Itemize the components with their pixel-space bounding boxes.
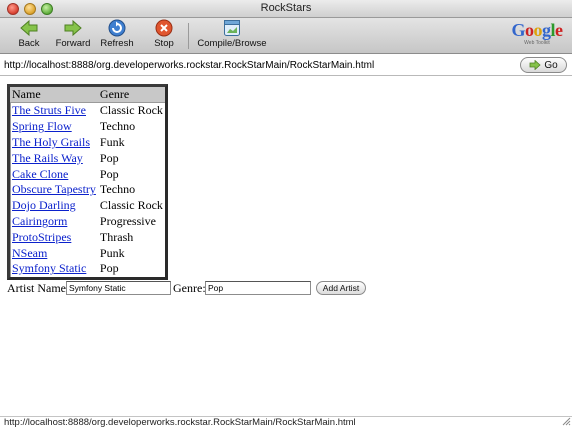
table-row: Cairingorm Progressive xyxy=(10,214,165,230)
back-arrow-icon xyxy=(20,19,38,37)
back-label: Back xyxy=(18,38,40,49)
genre-cell: Punk xyxy=(99,245,125,260)
artist-link[interactable]: Spring Flow xyxy=(12,119,72,133)
go-arrow-icon xyxy=(529,60,541,70)
title-bar: RockStars xyxy=(0,0,572,18)
artist-link[interactable]: The Rails Way xyxy=(12,151,83,165)
genre-cell: Classic Rock xyxy=(99,103,163,118)
add-artist-button[interactable]: Add Artist xyxy=(316,281,366,295)
artist-name-input[interactable] xyxy=(66,281,171,295)
column-header-name: Name xyxy=(10,87,98,103)
refresh-label: Refresh xyxy=(100,38,134,49)
url-input[interactable] xyxy=(4,58,509,73)
genre-cell: Classic Rock xyxy=(99,198,163,213)
genre-cell: Pop xyxy=(99,150,119,165)
table-row: Symfony Static Pop xyxy=(10,261,165,277)
window-title: RockStars xyxy=(260,2,312,14)
column-header-genre: Genre xyxy=(97,87,165,103)
genre-cell: Pop xyxy=(99,261,119,276)
page-content: Name Genre The Struts Five Classic Rock S… xyxy=(0,77,572,417)
genre-cell: Pop xyxy=(99,166,119,181)
forward-button[interactable]: Forward xyxy=(54,19,92,53)
stop-icon xyxy=(155,19,173,37)
compile-browse-icon xyxy=(224,20,240,36)
table-row: The Struts Five Classic Rock xyxy=(10,103,165,119)
artist-name-label: Artist Name: xyxy=(7,281,70,295)
refresh-button[interactable]: Refresh xyxy=(98,19,136,53)
artist-table: Name Genre The Struts Five Classic Rock S… xyxy=(7,84,168,280)
artist-link[interactable]: ProtoStripes xyxy=(12,230,71,244)
artist-link[interactable]: Cairingorm xyxy=(12,214,67,228)
logo-subtitle: Web Toolkit xyxy=(524,40,550,46)
stop-button[interactable]: Stop xyxy=(150,19,178,53)
toolbar: Back Forward Refresh Stop Compile/Browse… xyxy=(0,18,572,54)
artist-link[interactable]: The Holy Grails xyxy=(12,135,90,149)
logo-word: Google xyxy=(511,20,563,40)
genre-cell: Techno xyxy=(99,119,136,134)
artist-link[interactable]: NSeam xyxy=(12,246,47,260)
table-row: The Rails Way Pop xyxy=(10,150,165,166)
table-row: Spring Flow Techno xyxy=(10,119,165,135)
artist-link[interactable]: Symfony Static xyxy=(12,261,86,275)
table-header-row: Name Genre xyxy=(10,87,165,103)
table-row: ProtoStripes Thrash xyxy=(10,229,165,245)
forward-arrow-icon xyxy=(64,19,82,37)
table-row: NSeam Punk xyxy=(10,245,165,261)
table-row: Dojo Darling Classic Rock xyxy=(10,198,165,214)
genre-cell: Progressive xyxy=(99,213,156,228)
compile-browse-label: Compile/Browse xyxy=(197,38,267,49)
refresh-icon xyxy=(108,19,126,37)
genre-input[interactable] xyxy=(205,281,311,295)
forward-label: Forward xyxy=(55,38,91,49)
status-text: http://localhost:8888/org.developerworks… xyxy=(4,417,356,427)
toolbar-separator xyxy=(188,23,189,49)
artist-link[interactable]: Obscure Tapestry xyxy=(12,182,96,196)
artist-link[interactable]: Dojo Darling xyxy=(12,198,76,212)
compile-browse-button[interactable]: Compile/Browse xyxy=(194,19,270,53)
genre-cell: Thrash xyxy=(99,229,134,244)
table-row: Obscure Tapestry Techno xyxy=(10,182,165,198)
resize-grip-icon[interactable] xyxy=(562,417,571,426)
genre-label: Genre: xyxy=(173,281,206,295)
google-web-toolkit-logo: Google Web Toolkit xyxy=(508,20,566,50)
genre-cell: Techno xyxy=(99,182,136,197)
status-bar: http://localhost:8888/org.developerworks… xyxy=(0,416,572,427)
go-label: Go xyxy=(544,59,558,71)
table-row: The Holy Grails Funk xyxy=(10,135,165,151)
artist-link[interactable]: The Struts Five xyxy=(12,103,86,117)
address-bar: Go xyxy=(0,55,572,76)
back-button[interactable]: Back xyxy=(14,19,44,53)
go-button[interactable]: Go xyxy=(520,57,567,73)
table-row: Cake Clone Pop xyxy=(10,166,165,182)
artist-link[interactable]: Cake Clone xyxy=(12,167,68,181)
stop-label: Stop xyxy=(154,38,174,49)
genre-cell: Funk xyxy=(99,134,125,149)
